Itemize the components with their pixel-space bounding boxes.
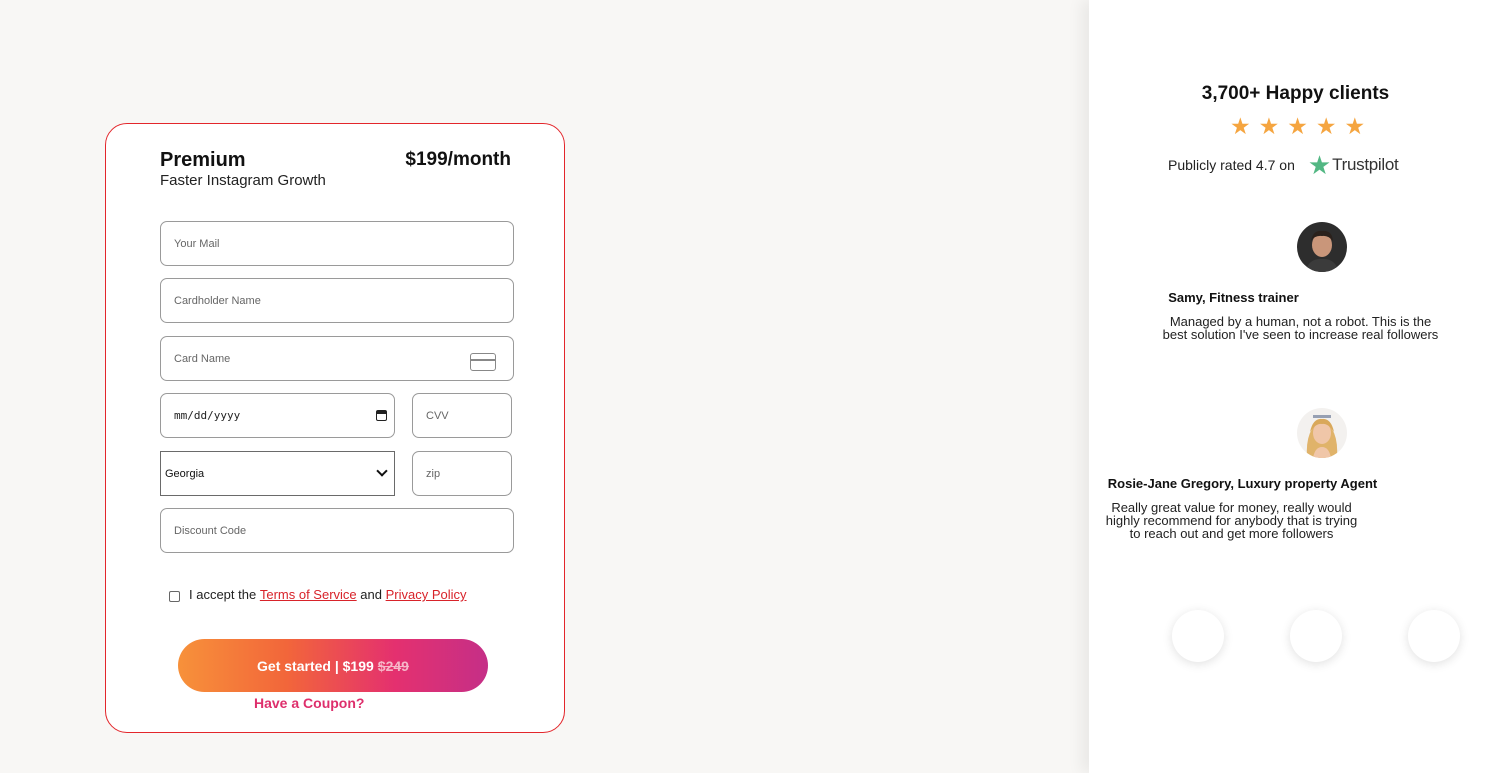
trustpilot-logo: Trustpilot	[1332, 155, 1399, 174]
discount-placeholder: Discount Code	[174, 524, 247, 537]
avatar	[1297, 408, 1347, 458]
zip-placeholder: zip	[426, 467, 441, 480]
zip-field[interactable]: zip	[412, 451, 512, 496]
have-coupon-link[interactable]: Have a Coupon?	[254, 695, 364, 711]
happy-clients-heading: 3,700+ Happy clients	[1201, 83, 1390, 104]
terms-of-service-link[interactable]: Terms of Service	[260, 587, 357, 602]
terms-prefix: I accept the	[189, 587, 257, 602]
testimonial-name: Rosie-Jane Gregory, Luxury property Agen…	[1107, 476, 1378, 491]
star-icon: ★	[1258, 113, 1280, 139]
plan-name: Premium	[160, 149, 246, 171]
discount-code-field[interactable]: Discount Code	[160, 508, 514, 553]
cvv-placeholder: CVV	[426, 409, 449, 422]
terms-and: and	[360, 587, 382, 602]
carousel-dot[interactable]	[1172, 610, 1224, 662]
rated-text: Publicly rated 4.7 on	[1168, 157, 1295, 173]
checkout-card: Premium Faster Instagram Growth $199/mon…	[105, 123, 565, 733]
plan-subtitle: Faster Instagram Growth	[160, 172, 326, 189]
testimonial-text-line: best solution I've seen to increase real…	[1162, 327, 1439, 342]
get-started-label: Get started | $199	[257, 657, 374, 674]
state-select[interactable]: Georgia	[160, 451, 395, 496]
avatar	[1297, 222, 1347, 272]
email-field[interactable]: Your Mail	[160, 221, 514, 266]
card-name-placeholder: Card Name	[174, 352, 231, 365]
cvv-field[interactable]: CVV	[412, 393, 512, 438]
terms-checkbox[interactable]	[169, 590, 180, 602]
rating-stars: ★ ★ ★ ★ ★	[1230, 115, 1365, 138]
star-icon: ★	[1315, 113, 1337, 139]
star-icon: ★	[1287, 113, 1308, 139]
social-proof-panel: 3,700+ Happy clients ★ ★ ★ ★ ★ Publicly …	[1089, 0, 1502, 773]
privacy-policy-link[interactable]: Privacy Policy	[386, 587, 467, 602]
get-started-button[interactable]: Get started | $199 $249	[178, 639, 488, 692]
plan-price: $199/month	[405, 149, 511, 170]
cardholder-placeholder: Cardholder Name	[174, 294, 261, 307]
expiry-date-value: mm/dd/yyyy	[174, 409, 241, 422]
testimonial-name: Samy, Fitness trainer	[1168, 290, 1299, 305]
chevron-down-icon	[376, 465, 388, 477]
email-placeholder: Your Mail	[174, 237, 220, 250]
trustpilot-star-icon: ★	[1307, 150, 1332, 180]
carousel-dot[interactable]	[1290, 610, 1342, 662]
testimonial-text-line: to reach out and get more followers	[1129, 526, 1334, 541]
expiry-date-field[interactable]: mm/dd/yyyy	[160, 393, 395, 438]
calendar-icon[interactable]	[376, 410, 387, 421]
old-price: $249	[377, 657, 409, 674]
trustpilot-rating: Publicly rated 4.7 on ★ Trustpilot	[1168, 150, 1399, 180]
star-icon: ★	[1230, 113, 1251, 139]
star-icon: ★	[1344, 113, 1366, 139]
cardholder-name-field[interactable]: Cardholder Name	[160, 278, 514, 323]
credit-card-icon	[470, 353, 496, 371]
card-name-field[interactable]: Card Name	[160, 336, 514, 381]
state-selected-value: Georgia	[165, 467, 205, 480]
terms-row: I accept the Terms of Service and Privac…	[169, 587, 467, 602]
carousel-dot[interactable]	[1408, 610, 1460, 662]
